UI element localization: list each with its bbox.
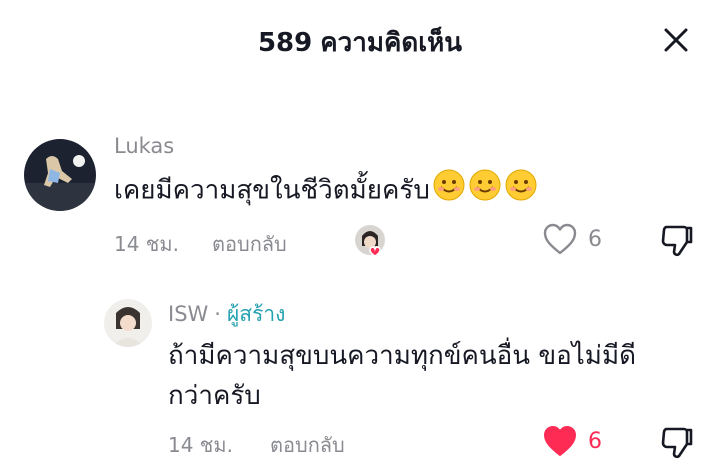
reply-button[interactable]: ตอบกลับ	[270, 429, 345, 461]
thumbs-down-icon	[661, 225, 693, 257]
reply-username[interactable]: ISW	[168, 302, 208, 326]
thumbs-down-icon	[661, 427, 693, 459]
like-button[interactable]: 6	[542, 222, 602, 256]
creator-liked-avatar	[354, 224, 386, 257]
dislike-button[interactable]	[660, 222, 696, 262]
comment-text-line: กว่าครับ	[168, 381, 261, 411]
separator-dot: ·	[214, 302, 221, 326]
comment-text-line: ถ้ามีความสุขบนความทุกข์คนอื่น ขอไม่มีดี	[168, 341, 636, 371]
smiling-face-icon	[504, 168, 538, 214]
heart-filled-icon	[544, 426, 576, 456]
close-button[interactable]	[656, 20, 696, 60]
comment-username[interactable]: Lukas	[114, 134, 174, 158]
comment-text: ถ้ามีความสุขบนความทุกข์คนอื่น ขอไม่มีดี …	[168, 336, 708, 416]
smiling-face-icon	[432, 168, 466, 214]
comments-title: 589 ความคิดเห็น	[0, 22, 720, 63]
heart-outline-icon	[543, 223, 577, 255]
like-button[interactable]: 6	[542, 424, 602, 458]
avatar-image	[24, 139, 96, 211]
reply-button[interactable]: ตอบกลับ	[212, 228, 287, 260]
comment-timestamp: 14 ชม.	[114, 232, 179, 256]
avatar-image	[104, 299, 152, 347]
comment-username: ISW · ผู้สร้าง	[168, 298, 285, 331]
comments-header: 589 ความคิดเห็น	[0, 0, 720, 82]
comment-text: เคยมีความสุขในชีวิตมั้ยครับ	[114, 168, 538, 214]
like-count: 6	[588, 226, 602, 252]
like-count: 6	[588, 428, 602, 454]
close-icon	[664, 28, 688, 52]
comment-timestamp: 14 ชม.	[168, 433, 233, 457]
avatar[interactable]	[24, 139, 96, 211]
creator-badge: ผู้สร้าง	[226, 302, 286, 326]
smiling-face-icon	[468, 168, 502, 214]
avatar[interactable]	[104, 299, 152, 347]
comment-count: 589	[257, 28, 313, 58]
comments-title-label: ความคิดเห็น	[320, 28, 463, 58]
comment-text-body: เคยมีความสุขในชีวิตมั้ยครับ	[114, 175, 430, 206]
dislike-button[interactable]	[660, 424, 696, 464]
